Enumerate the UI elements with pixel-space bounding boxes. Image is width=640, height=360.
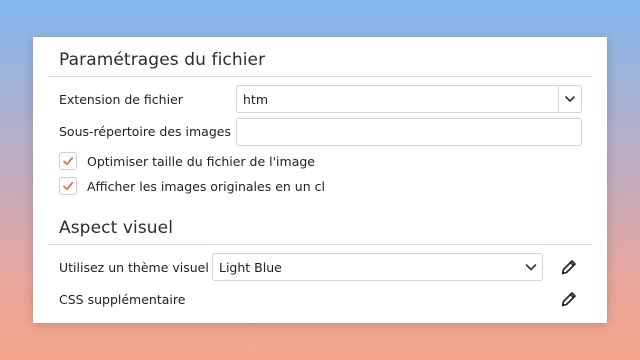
extension-select[interactable]: htm xyxy=(236,85,582,113)
chevron-down-icon[interactable] xyxy=(524,260,538,274)
theme-value: Light Blue xyxy=(219,260,282,275)
chevron-down-icon xyxy=(565,96,575,102)
pencil-icon[interactable] xyxy=(559,257,579,277)
extension-label: Extension de fichier xyxy=(59,92,183,107)
extension-dropdown-button[interactable] xyxy=(558,86,581,112)
check-icon xyxy=(63,157,74,166)
subdir-input[interactable] xyxy=(236,118,582,146)
file-settings-divider xyxy=(48,76,592,77)
visual-title: Aspect visuel xyxy=(59,218,174,238)
pencil-icon[interactable] xyxy=(559,289,579,309)
optimize-checkbox[interactable] xyxy=(59,152,77,170)
visual-divider xyxy=(48,244,592,245)
settings-panel: Paramétrages du fichier Extension de fic… xyxy=(33,37,607,323)
extension-value: htm xyxy=(243,92,268,107)
show-original-checkbox[interactable] xyxy=(59,177,77,195)
check-icon xyxy=(63,182,74,191)
show-original-label: Afficher les images originales en un cl xyxy=(87,179,325,194)
optimize-label: Optimiser taille du fichier de l'image xyxy=(87,154,315,169)
css-label: CSS supplémentaire xyxy=(59,292,186,307)
theme-select[interactable]: Light Blue xyxy=(212,253,543,281)
subdir-label: Sous-répertoire des images xyxy=(59,124,231,139)
theme-label: Utilisez un thème visuel xyxy=(59,260,209,275)
file-settings-title: Paramétrages du fichier xyxy=(59,50,266,70)
